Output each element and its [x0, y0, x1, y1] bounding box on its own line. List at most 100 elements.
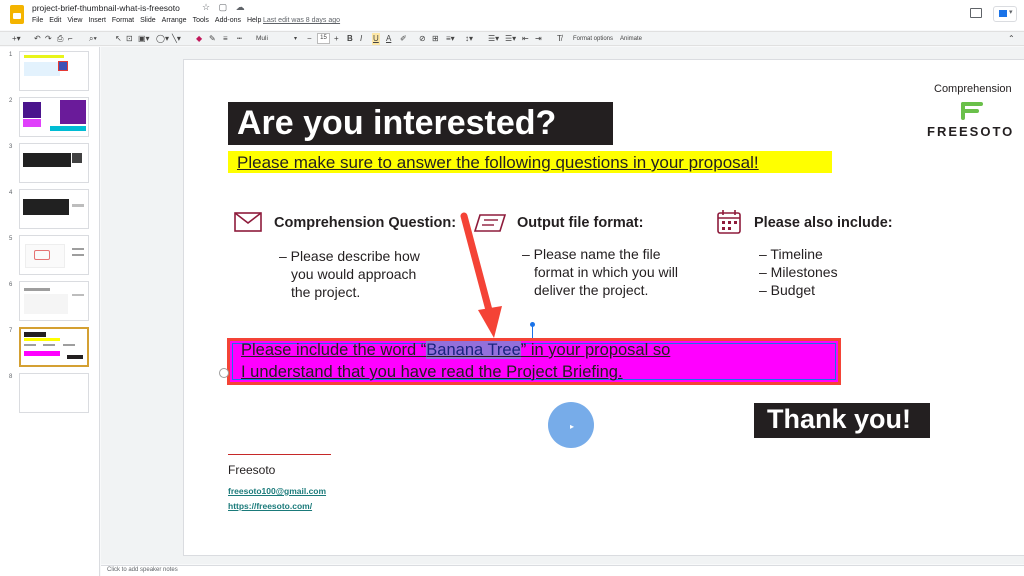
comment-history-icon[interactable] [970, 8, 982, 18]
move-handle-icon[interactable] [219, 368, 229, 378]
document-title[interactable]: project-brief-thumbnail-what-is-freesoto [32, 3, 180, 13]
line-icon[interactable]: ╲▾ [172, 33, 181, 45]
slide-thumbnail[interactable] [19, 281, 89, 321]
slide-number: 6 [9, 282, 13, 288]
zoom-icon[interactable]: ⌕▾ [89, 33, 97, 45]
footer-name: Freesoto [228, 463, 276, 477]
thanks-text[interactable]: Thank you! [767, 404, 911, 435]
body-line: – Please describe how [279, 248, 420, 264]
numbered-list-icon[interactable]: ☰▾ [488, 33, 499, 45]
slide-number: 1 [9, 52, 13, 58]
slide[interactable]: Are you interested? Please make sure to … [183, 59, 1024, 556]
slides-logo-icon[interactable] [10, 5, 24, 24]
shape-icon[interactable]: ◯▾ [156, 33, 169, 45]
column-heading: Please also include: [754, 215, 893, 231]
slide-thumbnail[interactable] [19, 97, 89, 137]
calendar-icon [717, 210, 741, 234]
border-weight-icon[interactable]: ≡ [223, 33, 228, 45]
body-line: – Budget [759, 282, 816, 298]
new-slide-icon[interactable]: +▾ [12, 33, 21, 45]
body-line: format in which you will [534, 264, 678, 280]
comment-icon[interactable]: ⊞ [432, 33, 439, 45]
body-line: you would approach [291, 266, 417, 282]
italic-icon[interactable]: I [360, 33, 362, 45]
decrease-indent-icon[interactable]: ⇤ [522, 33, 529, 45]
menu-slide[interactable]: Slide [140, 17, 156, 24]
collapse-toolbar-icon[interactable]: ⌃ [1008, 33, 1015, 45]
highlight-text: Please include the word “ [241, 341, 427, 359]
speaker-notes-bar[interactable] [101, 565, 1024, 576]
fill-color-icon[interactable]: ◆ [196, 33, 202, 45]
decrease-font-icon[interactable]: − [307, 33, 312, 45]
brand-label: Comprehension [934, 83, 1012, 95]
slide-thumbnail[interactable] [19, 235, 89, 275]
redo-icon[interactable]: ↷ [45, 33, 52, 45]
slide-thumbnail-selected[interactable] [19, 327, 89, 367]
increase-indent-icon[interactable]: ⇥ [535, 33, 542, 45]
bold-icon[interactable]: B [347, 33, 353, 45]
clear-formatting-icon[interactable]: T̸ [557, 33, 562, 45]
format-options-button[interactable]: Format options [573, 33, 613, 45]
highlight-text: ” in your proposal so [520, 341, 671, 359]
slide-number: 8 [9, 374, 13, 380]
banana-tree-word: Banana Tree [426, 341, 521, 359]
brand-name: FREESOTO [927, 124, 1015, 139]
animate-button[interactable]: Animate [620, 33, 642, 45]
menu-format[interactable]: Format [112, 17, 134, 24]
highlight-line-1[interactable]: Please include the word “Banana Tree” in… [241, 341, 670, 360]
menu-edit[interactable]: Edit [49, 17, 61, 24]
menu-arrange[interactable]: Arrange [162, 17, 187, 24]
body-line: deliver the project. [534, 282, 649, 298]
increase-font-icon[interactable]: + [334, 33, 339, 45]
body-line: – Milestones [759, 264, 838, 280]
rotation-handle[interactable] [530, 322, 535, 327]
text-box-icon[interactable]: ⊡ [126, 33, 133, 45]
slide-thumbnail[interactable] [19, 143, 89, 183]
column-heading: Output file format: [517, 215, 644, 231]
slide-thumbnail[interactable] [19, 189, 89, 229]
font-size-input[interactable]: 15 [317, 33, 330, 44]
menu-file[interactable]: File [32, 17, 43, 24]
menu-help[interactable]: Help [247, 17, 261, 24]
font-select[interactable]: Muli [256, 33, 268, 45]
last-edit-link[interactable]: Last edit was 8 days ago [263, 17, 340, 24]
slide-subtitle[interactable]: Please make sure to answer the following… [237, 153, 759, 173]
border-dash-icon[interactable]: ┅ [237, 33, 242, 45]
menu-bar: File Edit View Insert Format Slide Arran… [32, 17, 261, 24]
menu-tools[interactable]: Tools [193, 17, 209, 24]
text-color-icon[interactable]: A [386, 33, 391, 45]
freesoto-logo-icon [961, 102, 983, 120]
present-button[interactable] [993, 6, 1017, 22]
slide-thumbnail[interactable] [19, 373, 89, 413]
star-move-cloud-icons[interactable]: ☆ ▢ ☁ [202, 2, 248, 13]
toolbar: +▾ ↶ ↷ ⎙ ⌐ ⌕▾ ↖ ⊡ ▣▾ ◯▾ ╲▾ ◆ ✎ ≡ ┅ Muli … [0, 31, 1024, 46]
body-line: – Timeline [759, 246, 823, 262]
border-color-icon[interactable]: ✎ [209, 33, 216, 45]
footer-email-link[interactable]: freesoto100@gmail.com [228, 486, 326, 496]
font-chevron-icon[interactable]: ▾ [294, 33, 297, 45]
bulleted-list-icon[interactable]: ☰▾ [505, 33, 516, 45]
select-icon[interactable]: ↖ [115, 33, 122, 45]
underline-icon[interactable]: U [372, 33, 380, 45]
body-line: – Please name the file [522, 246, 661, 262]
undo-icon[interactable]: ↶ [34, 33, 41, 45]
slide-filmstrip: 1 2 3 4 5 6 7 8 [0, 47, 100, 576]
speaker-notes-placeholder[interactable]: Click to add speaker notes [107, 567, 178, 573]
align-icon[interactable]: ≡▾ [446, 33, 455, 45]
menu-view[interactable]: View [67, 17, 82, 24]
paint-format-icon[interactable]: ⌐ [68, 33, 73, 45]
footer-url-link[interactable]: https://freesoto.com/ [228, 501, 312, 511]
highlight-color-icon[interactable]: ✐ [400, 33, 407, 45]
highlight-line-2[interactable]: I understand that you have read the Proj… [241, 363, 623, 382]
slide-number: 3 [9, 144, 13, 150]
image-icon[interactable]: ▣▾ [138, 33, 150, 45]
menu-addons[interactable]: Add-ons [215, 17, 241, 24]
link-icon[interactable]: ⊘ [419, 33, 426, 45]
line-spacing-icon[interactable]: ↕▾ [465, 33, 473, 45]
slide-title[interactable]: Are you interested? [237, 104, 556, 143]
menu-insert[interactable]: Insert [88, 17, 106, 24]
slide-number: 5 [9, 236, 13, 242]
print-icon[interactable]: ⎙ [57, 33, 63, 45]
slide-thumbnail[interactable] [19, 51, 89, 91]
slide-number: 7 [9, 328, 13, 334]
